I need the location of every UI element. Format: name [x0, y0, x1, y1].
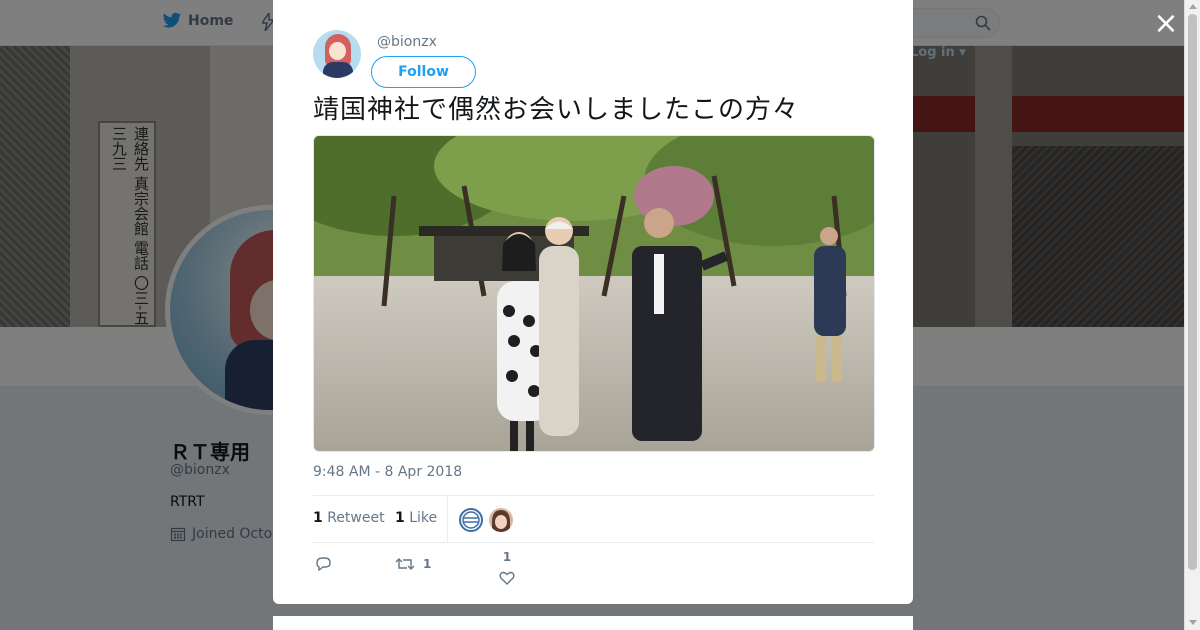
tweet-author-avatar[interactable] [313, 30, 361, 78]
retweet-button[interactable]: 1 [395, 556, 431, 572]
tweet-modal: @bionzx Follow 靖国神社で偶然お会いしましたこの方々 9:48 A… [273, 0, 913, 604]
retweets-label: Retweet [327, 510, 385, 526]
scroll-down-arrow[interactable] [1189, 620, 1197, 625]
stats-divider [447, 496, 448, 543]
tweet-stats: 1 Retweet 1 Like [313, 495, 874, 543]
tweet-text: 靖国神社で偶然お会いしましたこの方々 [313, 95, 800, 125]
page-scrollbar[interactable] [1184, 0, 1200, 630]
retweets-count: 1 [313, 510, 323, 526]
liker-avatar[interactable] [459, 508, 483, 532]
tweet-timestamp[interactable]: 9:48 AM - 8 Apr 2018 [313, 464, 462, 480]
reply-button[interactable] [315, 556, 340, 572]
heart-icon [499, 571, 515, 585]
next-modal-edge [273, 616, 913, 630]
retweet-icon [395, 558, 415, 570]
like-button[interactable]: 1 [499, 550, 515, 586]
photo-scene [314, 136, 874, 451]
follow-button[interactable]: Follow [371, 56, 476, 88]
retweet-count: 1 [423, 557, 432, 571]
scroll-thumb[interactable] [1188, 14, 1197, 570]
tweet-photo[interactable] [313, 135, 875, 452]
likes-count: 1 [395, 510, 405, 526]
retweets-stat[interactable]: 1 Retweet [313, 510, 385, 526]
likes-stat[interactable]: 1 Like [395, 510, 437, 526]
tweet-actions: 1 1 [313, 550, 874, 600]
scroll-up-arrow[interactable] [1189, 4, 1197, 9]
avatar-face [329, 42, 346, 60]
like-count: 1 [502, 550, 512, 564]
liker-avatar[interactable] [489, 508, 513, 532]
close-icon[interactable]: × [1152, 9, 1180, 39]
globe-logo-icon [462, 511, 480, 529]
tweet-author-handle[interactable]: @bionzx [377, 34, 437, 50]
liker-portrait [492, 510, 510, 532]
avatar-jacket [323, 62, 353, 78]
reply-icon [316, 557, 331, 572]
likes-label: Like [409, 510, 438, 526]
